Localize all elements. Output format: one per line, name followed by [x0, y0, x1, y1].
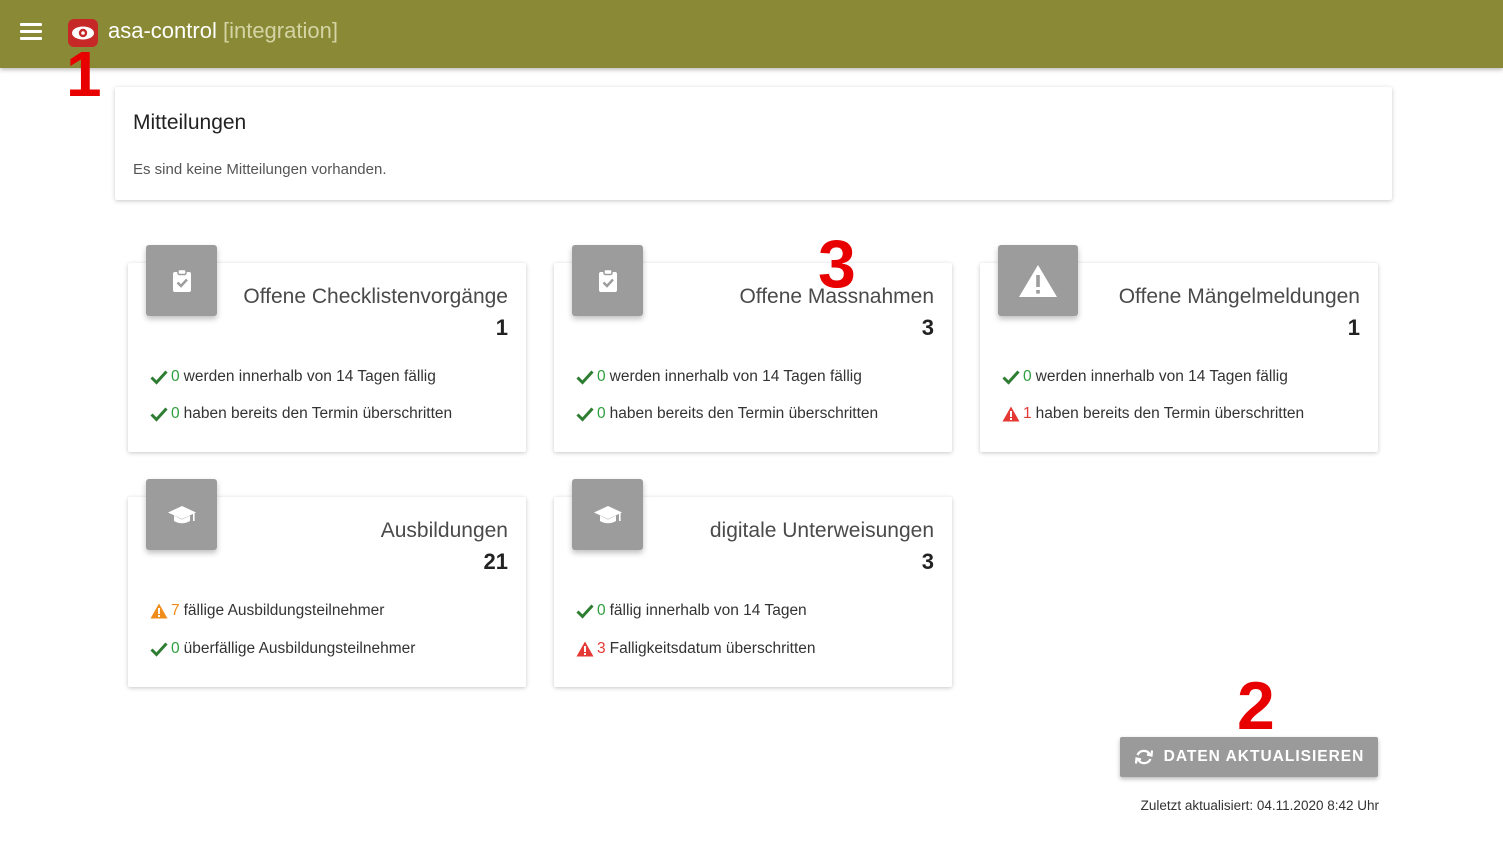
status-count: 3 — [597, 640, 606, 657]
card-count: 1 — [1347, 315, 1360, 340]
card-title: Offene Checklistenvorgänge — [243, 285, 508, 308]
environment-label: [integration] — [222, 18, 338, 43]
hamburger-menu-icon[interactable] — [20, 23, 42, 41]
last-updated-text: Zuletzt aktualisiert: 04.11.2020 8:42 Uh… — [1140, 798, 1379, 813]
status-row: 0 haben bereits den Termin überschritten — [150, 405, 452, 423]
status-row: 0 überfällige Ausbildungsteilnehmer — [150, 640, 415, 658]
checkmark-icon — [150, 369, 168, 385]
checkmark-icon — [576, 369, 594, 385]
card-title: digitale Unterweisungen — [709, 519, 934, 542]
status-text: werden innerhalb von 14 Tagen fällig — [609, 368, 862, 385]
card-ausbildungen[interactable]: Ausbildungen 21 7 fällige Ausbildungstei… — [128, 479, 526, 687]
status-row: 7 fällige Ausbildungsteilnehmer — [150, 602, 384, 620]
app-name: asa-control — [108, 18, 217, 43]
status-row: 0 werden innerhalb von 14 Tagen fällig — [150, 368, 436, 386]
clipboard-check-icon — [146, 245, 217, 316]
checkmark-icon — [576, 603, 594, 619]
refresh-button-label: DATEN AKTUALISIEREN — [1163, 748, 1365, 765]
card-title: Ausbildungen — [380, 519, 508, 542]
card-count: 3 — [921, 315, 934, 340]
status-text: haben bereits den Termin überschritten — [1035, 405, 1305, 422]
refresh-icon — [1134, 749, 1153, 765]
card-offene-maengelmeldungen[interactable]: Offene Mängelmeldungen 1 0 werden innerh… — [980, 245, 1378, 452]
checkmark-icon — [1002, 369, 1020, 385]
checkmark-icon — [150, 641, 168, 657]
annotation-marker-1: 1 — [66, 38, 102, 110]
card-offene-massnahmen[interactable]: Offene Massnahmen 3 0 werden innerhalb v… — [554, 245, 952, 452]
warning-triangle-icon — [998, 245, 1078, 316]
error-warning-icon — [576, 641, 594, 657]
graduation-cap-icon — [146, 479, 217, 550]
status-row: 0 werden innerhalb von 14 Tagen fällig — [576, 368, 862, 386]
status-text: haben bereits den Termin überschritten — [183, 405, 453, 422]
messages-empty-text: Es sind keine Mitteilungen vorhanden. — [133, 161, 387, 178]
checkmark-icon — [150, 406, 168, 422]
status-row: 0 haben bereits den Termin überschritten — [576, 405, 878, 423]
status-count: 0 — [597, 405, 606, 422]
checkmark-icon — [576, 406, 594, 422]
status-count: 0 — [171, 368, 180, 385]
messages-title: Mitteilungen — [133, 111, 247, 134]
card-digitale-unterweisungen[interactable]: digitale Unterweisungen 3 0 fällig inner… — [554, 479, 952, 687]
status-count: 0 — [171, 640, 180, 657]
card-count: 21 — [483, 549, 508, 574]
status-count: 7 — [171, 602, 180, 619]
card-count: 1 — [495, 315, 508, 340]
status-text: werden innerhalb von 14 Tagen fällig — [183, 368, 436, 385]
app-title: asa-control [integration] — [108, 18, 338, 44]
status-count: 1 — [1023, 405, 1032, 422]
messages-card: Mitteilungen Es sind keine Mitteilungen … — [115, 87, 1392, 200]
status-text: überfällige Ausbildungsteilnehmer — [183, 640, 416, 657]
status-count: 0 — [171, 405, 180, 422]
status-text: Falligkeitsdatum überschritten — [609, 640, 816, 657]
card-title: Offene Mängelmeldungen — [1118, 285, 1360, 308]
status-row: 0 werden innerhalb von 14 Tagen fällig — [1002, 368, 1288, 386]
clipboard-check-icon — [572, 245, 643, 316]
status-text: werden innerhalb von 14 Tagen fällig — [1035, 368, 1288, 385]
top-app-bar: asa-control [integration] — [0, 0, 1503, 68]
status-text: haben bereits den Termin überschritten — [609, 405, 879, 422]
card-offene-checklistenvorgaenge[interactable]: Offene Checklistenvorgänge 1 0 werden in… — [128, 245, 526, 452]
card-count: 3 — [921, 549, 934, 574]
refresh-data-button[interactable]: DATEN AKTUALISIEREN — [1120, 737, 1378, 777]
status-row: 1 haben bereits den Termin überschritten — [1002, 405, 1304, 423]
status-count: 0 — [1023, 368, 1032, 385]
status-count: 0 — [597, 602, 606, 619]
status-count: 0 — [597, 368, 606, 385]
warning-icon — [150, 603, 168, 619]
annotation-marker-2: 2 — [1237, 668, 1275, 744]
annotation-marker-3: 3 — [818, 226, 856, 302]
status-row: 0 fällig innerhalb von 14 Tagen — [576, 602, 807, 620]
status-text: fällig innerhalb von 14 Tagen — [609, 602, 807, 619]
status-text: fällige Ausbildungsteilnehmer — [183, 602, 385, 619]
graduation-cap-icon — [572, 479, 643, 550]
error-warning-icon — [1002, 406, 1020, 422]
status-row: 3 Falligkeitsdatum überschritten — [576, 640, 816, 658]
